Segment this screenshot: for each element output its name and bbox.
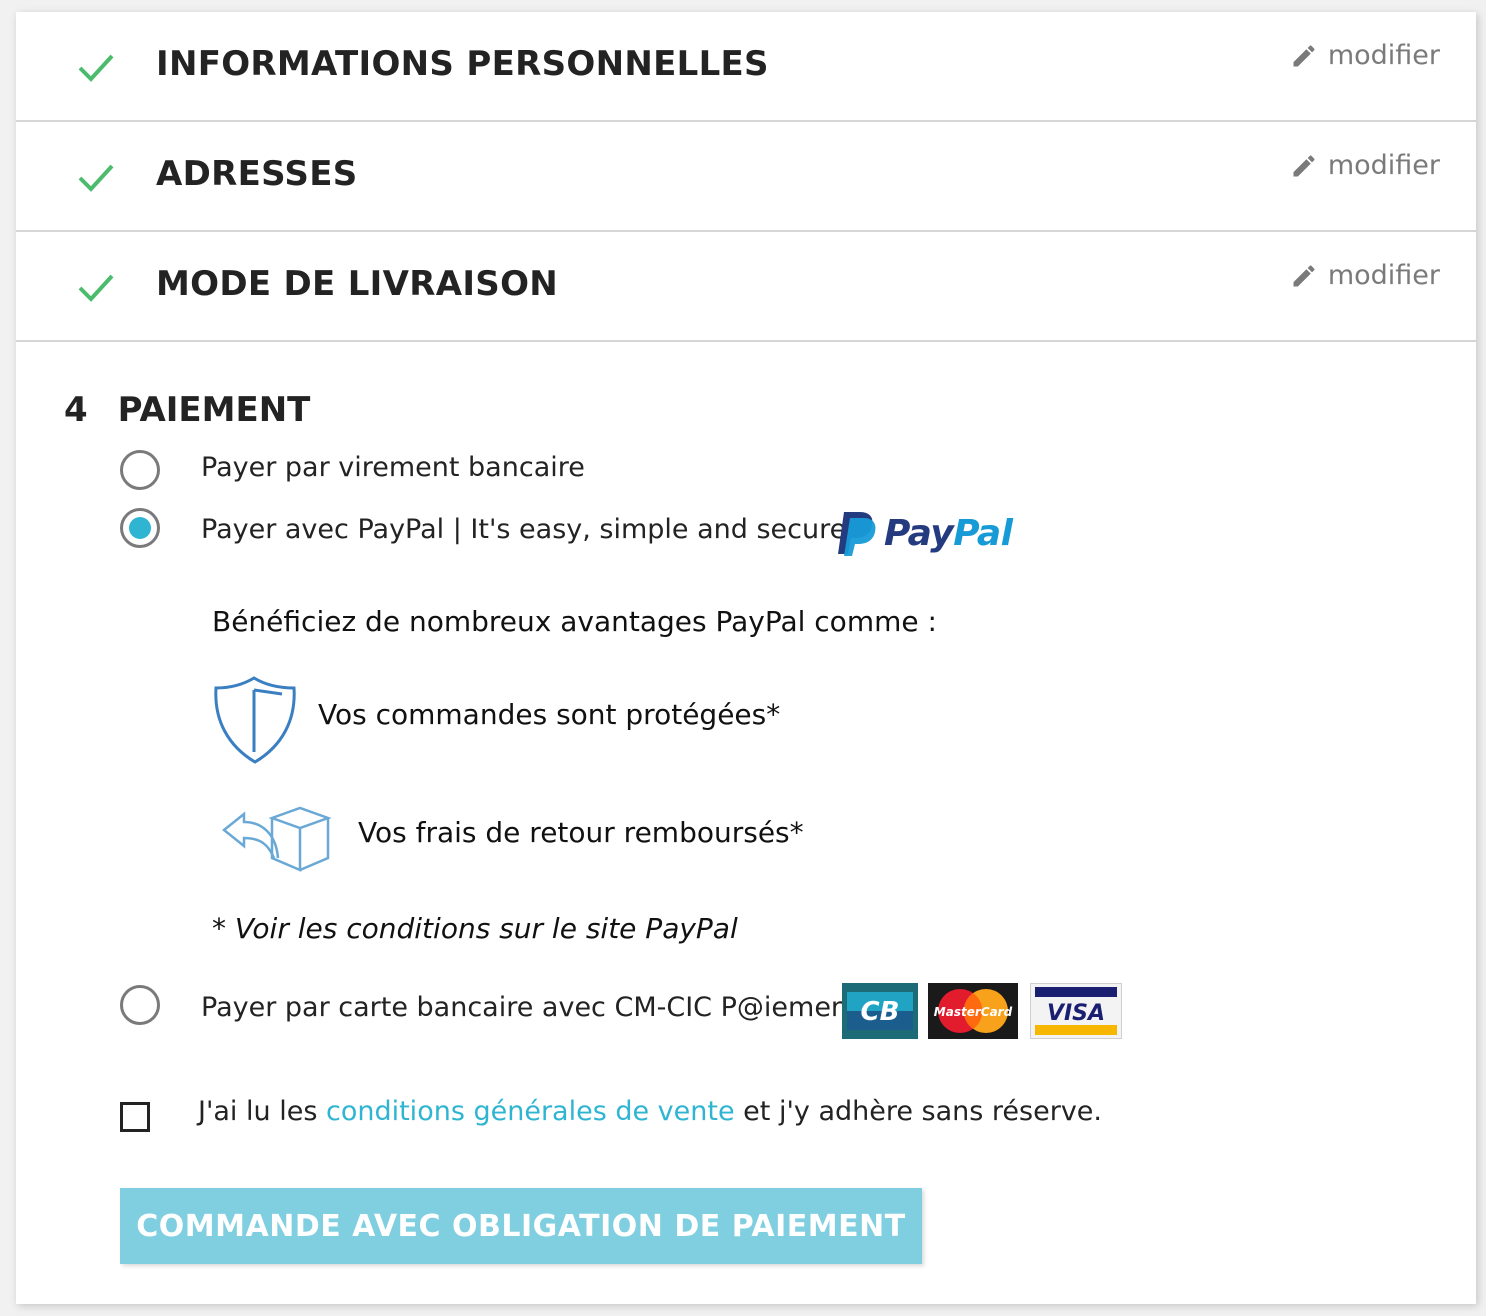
radio-credit-card[interactable] — [120, 985, 160, 1025]
visa-logo: VISA — [1030, 983, 1122, 1039]
pencil-icon — [1293, 154, 1315, 176]
pencil-icon — [1293, 264, 1315, 286]
step-title: MODE DE LIVRAISON — [156, 264, 559, 304]
terms-text-after: et j'y adhère sans réserve. — [734, 1096, 1102, 1127]
edit-label: modifier — [1327, 40, 1440, 71]
visa-logo-text: VISA — [1047, 1001, 1105, 1026]
edit-label: modifier — [1327, 260, 1440, 291]
cb-logo-text: CB — [861, 997, 900, 1027]
check-icon — [78, 274, 114, 302]
option-label-paypal[interactable]: Payer avec PayPal | It's easy, simple an… — [201, 514, 846, 545]
step-title: ADRESSES — [156, 154, 358, 194]
paypal-logo: PayPal — [836, 510, 1013, 556]
paypal-wordmark: PayPal — [884, 512, 1013, 554]
paypal-benefits-intro: Bénéficiez de nombreux avantages PayPal … — [212, 605, 937, 638]
step-addresses: ADRESSES modifier — [16, 122, 1476, 232]
terms-text-before: J'ai lu les — [198, 1096, 326, 1127]
paypal-conditions-note: * Voir les conditions sur le site PayPal — [212, 912, 738, 945]
radio-paypal[interactable] — [120, 508, 160, 548]
paypal-p-icon — [838, 512, 876, 556]
benefit-returns-refunded: Vos frais de retour remboursés* — [358, 816, 804, 849]
check-icon — [78, 164, 114, 192]
option-label-credit-card[interactable]: Payer par carte bancaire avec CM-CIC P@i… — [201, 992, 859, 1023]
edit-label: modifier — [1327, 150, 1440, 181]
option-label-bank-transfer[interactable]: Payer par virement bancaire — [201, 452, 585, 483]
pencil-icon — [1293, 44, 1315, 66]
check-icon — [78, 54, 114, 82]
mastercard-logo-text: MasterCard — [934, 1005, 1013, 1019]
terms-checkbox[interactable] — [120, 1102, 150, 1132]
step-title: INFORMATIONS PERSONNELLES — [156, 44, 769, 84]
paypal-wordmark-pal: Pal — [953, 512, 1013, 554]
step-title: PAIEMENT — [117, 390, 311, 430]
shield-icon — [214, 676, 296, 764]
step-number: 4 — [64, 390, 88, 430]
paypal-wordmark-pay: Pay — [884, 512, 954, 554]
step-payment: 4 PAIEMENT Payer par virement bancaire P… — [16, 342, 1476, 1302]
cb-logo: CB — [842, 983, 918, 1039]
cb-logo-graphic: CB — [847, 992, 913, 1030]
step-personal-information: INFORMATIONS PERSONNELLES modifier — [16, 12, 1476, 122]
card-logos: CB MasterCard VISA — [842, 983, 1124, 1039]
edit-addresses-link[interactable]: modifier — [1290, 150, 1440, 181]
terms-text: J'ai lu les conditions générales de vent… — [198, 1096, 1102, 1127]
edit-personal-information-link[interactable]: modifier — [1290, 40, 1440, 71]
terms-link[interactable]: conditions générales de vente — [326, 1096, 735, 1127]
radio-bank-transfer[interactable] — [120, 450, 160, 490]
benefit-protected-orders: Vos commandes sont protégées* — [318, 698, 781, 731]
place-order-button[interactable]: COMMANDE AVEC OBLIGATION DE PAIEMENT — [120, 1188, 922, 1264]
mastercard-logo: MasterCard — [928, 983, 1018, 1039]
edit-delivery-mode-link[interactable]: modifier — [1290, 260, 1440, 291]
visa-logo-graphic: VISA — [1035, 987, 1117, 1035]
checkout-panel: INFORMATIONS PERSONNELLES modifier ADRES… — [16, 12, 1476, 1304]
return-box-icon — [222, 806, 332, 872]
mastercard-logo-graphic: MasterCard — [934, 989, 1013, 1033]
payment-heading: 4 PAIEMENT — [64, 390, 310, 430]
step-delivery-mode: MODE DE LIVRAISON modifier — [16, 232, 1476, 342]
